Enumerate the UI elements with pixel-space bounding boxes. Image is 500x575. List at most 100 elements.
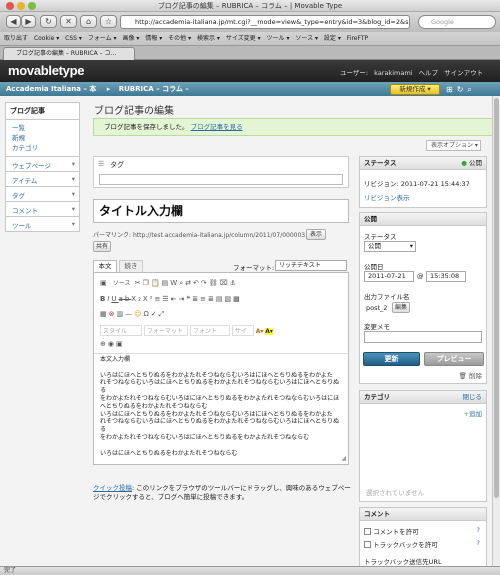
- tab-more[interactable]: 続き: [119, 260, 143, 272]
- close-window-icon[interactable]: [6, 2, 14, 10]
- sidebar-item-category[interactable]: カテゴリ: [12, 143, 73, 153]
- bookmark-item[interactable]: CSS ▾: [65, 32, 82, 45]
- share-button[interactable]: 共有: [93, 241, 111, 252]
- special-char-icon[interactable]: Ω: [143, 310, 150, 318]
- blog-name[interactable]: Accademia Italiana – 本: [6, 85, 96, 93]
- trackback-help-icon[interactable]: ?: [477, 539, 480, 547]
- preview-button[interactable]: プレビュー: [424, 352, 484, 366]
- bullet-list-icon[interactable]: ☰: [162, 295, 170, 303]
- drag-handle-icon[interactable]: ☰: [98, 160, 104, 168]
- quickpost-link[interactable]: クイック投稿: [93, 484, 132, 492]
- search-input[interactable]: Google: [418, 15, 496, 29]
- media-icon[interactable]: ▩: [233, 295, 242, 303]
- browser-tab[interactable]: ブログ記事の編集 – RUBRICA – コ...: [3, 47, 135, 60]
- format-select[interactable]: リッチテキスト: [275, 260, 347, 271]
- scrollbar-thumb[interactable]: [494, 98, 499, 498]
- align-center-icon[interactable]: ≡: [200, 295, 208, 303]
- bookmark-item[interactable]: FireFTP: [347, 32, 368, 45]
- allow-comments-checkbox[interactable]: [364, 528, 371, 535]
- bookmark-item[interactable]: 取り出す: [4, 32, 28, 45]
- help-icon[interactable]: ⊕: [100, 340, 108, 348]
- align-left-icon[interactable]: ≣: [192, 295, 200, 303]
- spellcheck-icon[interactable]: ✓: [151, 310, 159, 318]
- stop-button[interactable]: ✕: [60, 15, 77, 28]
- help-link[interactable]: ヘルプ: [419, 69, 439, 77]
- strikethrough-icon[interactable]: ab: [119, 295, 132, 303]
- superscript-icon[interactable]: X²: [143, 295, 155, 303]
- reload-button[interactable]: ↻: [40, 15, 57, 28]
- view-button[interactable]: 表示: [306, 229, 326, 240]
- display-options-button[interactable]: 表示オプション ▾: [426, 140, 481, 151]
- remove-format-icon[interactable]: ⊗: [109, 310, 117, 318]
- underline-icon[interactable]: U: [111, 295, 118, 303]
- editor-body[interactable]: 本文入力欄 いろはにほへとちりぬるをわかよたれそつねならむいろはにほへとちりぬる…: [100, 356, 345, 457]
- bookmark-item[interactable]: Cookie ▾: [34, 32, 59, 45]
- view-entry-link[interactable]: ブログ記事を見る: [191, 123, 243, 131]
- sidebar-item-tools[interactable]: ツール: [5, 217, 80, 232]
- back-button[interactable]: ◀: [6, 15, 21, 28]
- paste-icon[interactable]: 📋: [151, 279, 162, 287]
- fullscreen-icon[interactable]: ⤢: [159, 310, 167, 318]
- style-select[interactable]: スタイル: [100, 325, 142, 336]
- sidebar-item-tags[interactable]: タグ: [5, 187, 80, 202]
- comment-help-icon[interactable]: ?: [477, 526, 480, 534]
- block-format-select[interactable]: フォーマット: [143, 325, 188, 336]
- publish-date-input[interactable]: 2011-07-21: [364, 271, 414, 282]
- unlink-icon[interactable]: ⌧: [220, 279, 230, 287]
- code-icon[interactable]: ▣: [116, 340, 125, 348]
- sidebar-item-comments[interactable]: コメント: [5, 202, 80, 217]
- bookmark-item[interactable]: 情報 ▾: [145, 32, 162, 45]
- dashboard-icon[interactable]: ⊞: [446, 85, 457, 94]
- subscript-icon[interactable]: X₂: [131, 295, 143, 303]
- bookmark-item[interactable]: 設定 ▾: [324, 32, 341, 45]
- tab-body[interactable]: 本文: [93, 260, 117, 272]
- paste-word-icon[interactable]: W: [170, 279, 179, 287]
- undo-icon[interactable]: ↶: [193, 279, 201, 287]
- bookmark-item[interactable]: サイズ変更 ▾: [226, 32, 261, 45]
- zoom-window-icon[interactable]: [28, 2, 36, 10]
- sidebar-item-items[interactable]: アイテム: [5, 172, 80, 187]
- sidebar-header-entries[interactable]: ブログ記事: [5, 102, 80, 120]
- toolbar-source-label[interactable]: ソース: [113, 280, 131, 287]
- font-size-select[interactable]: サイ: [231, 325, 254, 336]
- movabletype-logo[interactable]: movabletype: [8, 63, 84, 78]
- highlight-color-icon[interactable]: A▾: [265, 328, 273, 335]
- category-add-link[interactable]: +追加: [464, 408, 482, 418]
- bookmark-item[interactable]: 検索示 ▾: [197, 32, 220, 45]
- font-select[interactable]: フォント: [189, 325, 230, 336]
- tag-input[interactable]: [99, 174, 343, 185]
- redo-icon[interactable]: ↷: [201, 279, 209, 287]
- sidebar-item-list[interactable]: 一覧: [12, 123, 73, 133]
- anchor-icon[interactable]: ⚓: [230, 279, 238, 287]
- filename-edit-button[interactable]: 編集: [392, 302, 410, 313]
- source-toggle-icon[interactable]: ▣: [100, 279, 109, 287]
- cut-icon[interactable]: ✂: [135, 279, 143, 287]
- paste-text-icon[interactable]: ▤: [162, 279, 171, 287]
- bookmark-item[interactable]: ソース ▾: [295, 32, 318, 45]
- bookmark-item[interactable]: ツール ▾: [267, 32, 290, 45]
- sidebar-item-webpages[interactable]: ウェブページ: [5, 157, 80, 172]
- outdent-icon[interactable]: ⇤: [171, 295, 179, 303]
- copy-icon[interactable]: ❐: [143, 279, 151, 287]
- bookmark-star-button[interactable]: ☆: [100, 15, 117, 28]
- publish-status-select[interactable]: 公開 ▾: [364, 241, 416, 252]
- image-icon[interactable]: ▧: [224, 295, 233, 303]
- address-bar[interactable]: http://accademia-italiana.jp/mt.cgi?__mo…: [120, 15, 410, 29]
- search-icon[interactable]: ⌕: [467, 85, 475, 94]
- delete-link[interactable]: 🗑 削除: [459, 370, 482, 380]
- category-close-link[interactable]: 閉じる: [463, 391, 483, 403]
- new-create-button[interactable]: 新規作成 ▾: [390, 84, 440, 95]
- cleanup-icon[interactable]: ▥: [117, 310, 126, 318]
- table-icon[interactable]: ▦: [100, 310, 109, 318]
- change-memo-input[interactable]: [364, 331, 482, 343]
- bookmark-item[interactable]: その他 ▾: [168, 32, 191, 45]
- entry-title-input[interactable]: タイトル入力欄: [93, 199, 349, 223]
- text-color-icon[interactable]: A▾: [256, 328, 264, 335]
- minimize-window-icon[interactable]: [17, 2, 25, 10]
- username-link[interactable]: karakimami: [374, 69, 412, 77]
- bookmark-item[interactable]: 画像 ▾: [122, 32, 139, 45]
- link-icon[interactable]: ⛓: [209, 279, 220, 287]
- align-right-icon[interactable]: ≣: [208, 295, 216, 303]
- forward-button[interactable]: ▶: [21, 15, 36, 28]
- site-name[interactable]: RUBRICA – コラム –: [119, 85, 189, 93]
